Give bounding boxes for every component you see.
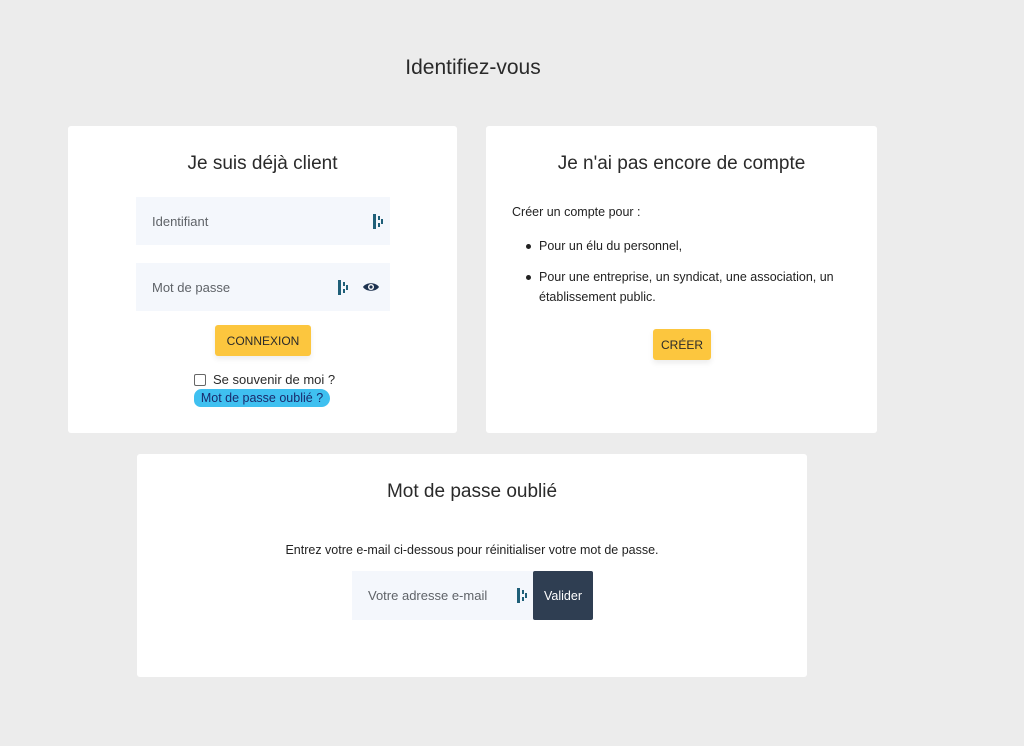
login-page: Identifiez-vous Je suis déjà client Iden… <box>0 0 1024 746</box>
valider-button[interactable]: Valider <box>533 571 593 620</box>
page-title: Identifiez-vous <box>405 56 541 79</box>
create-list: Pour un élu du personnel, Pour une entre… <box>524 236 854 318</box>
email-input[interactable] <box>368 571 513 620</box>
username-field[interactable] <box>136 197 390 245</box>
login-card-title: Je suis déjà client <box>187 153 338 174</box>
create-intro: Créer un compte pour : <box>512 205 641 219</box>
password-input[interactable] <box>152 263 330 311</box>
login-card: Je suis déjà client Identifiant CONNEXIO… <box>68 126 457 433</box>
email-field[interactable] <box>352 571 534 620</box>
forgot-password-link[interactable]: Mot de passe oublié ? <box>194 389 330 407</box>
create-card-title: Je n'ai pas encore de compte <box>557 153 806 174</box>
forgot-card-title: Mot de passe oublié <box>386 481 558 502</box>
password-field[interactable] <box>136 263 390 311</box>
forgot-password-card: Mot de passe oublié Entrez votre e-mail … <box>137 454 807 677</box>
bitwarden-icon[interactable] <box>373 214 384 229</box>
remember-me-checkbox[interactable] <box>194 373 206 386</box>
bitwarden-icon[interactable] <box>338 280 349 295</box>
connexion-button[interactable]: CONNEXION <box>215 325 311 356</box>
bitwarden-icon[interactable] <box>517 588 528 603</box>
show-password-eye-icon[interactable] <box>362 281 380 293</box>
remember-me-label[interactable]: Se souvenir de moi ? <box>213 372 335 387</box>
list-item: Pour une entreprise, un syndicat, une as… <box>524 267 854 307</box>
username-input[interactable] <box>152 197 330 245</box>
create-account-card: Je n'ai pas encore de compte Créer un co… <box>486 126 877 433</box>
list-item: Pour un élu du personnel, <box>524 236 854 256</box>
forgot-description: Entrez votre e-mail ci-dessous pour réin… <box>285 543 659 557</box>
remember-me[interactable]: Se souvenir de moi ? <box>194 372 335 387</box>
creer-button[interactable]: CRÉER <box>653 329 711 360</box>
